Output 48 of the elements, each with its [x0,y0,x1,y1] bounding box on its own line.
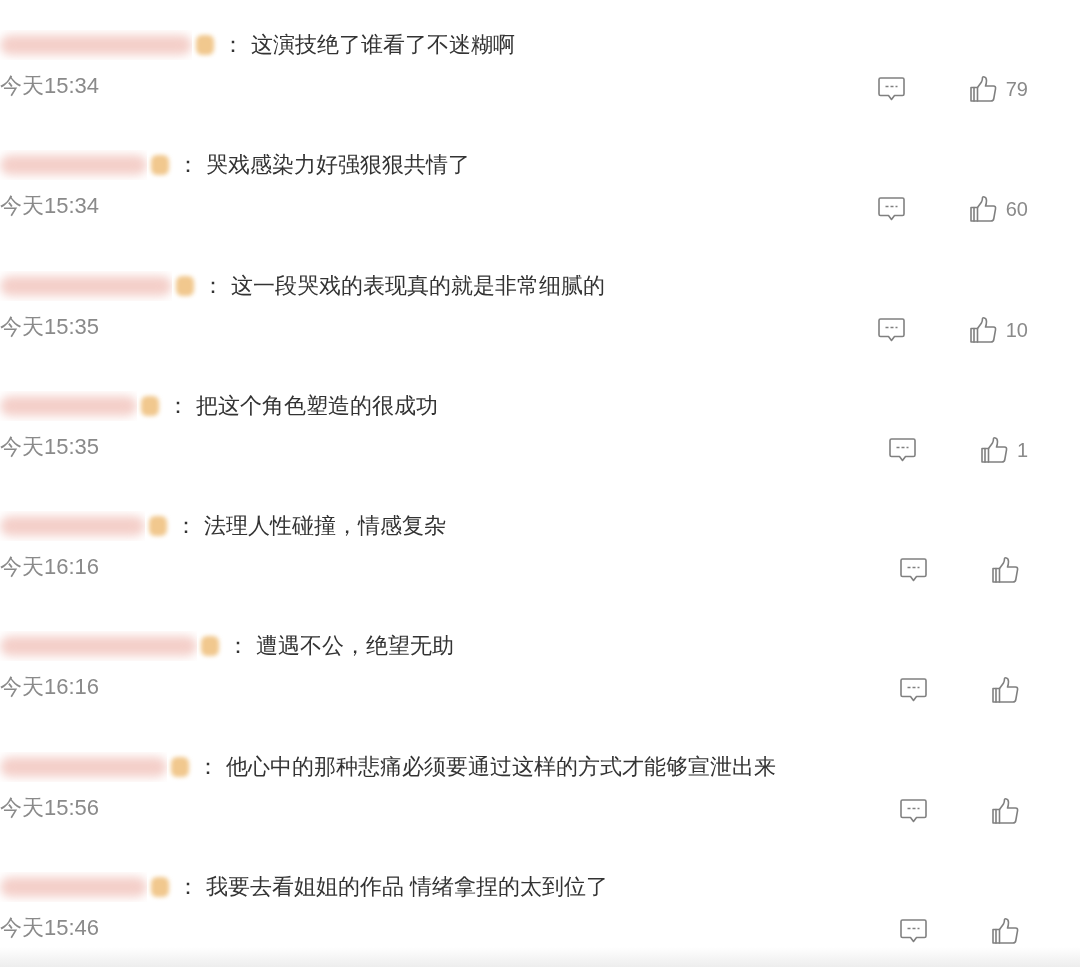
comment-time: 今天15:35 [0,312,100,341]
colon-separator: ： [175,512,197,541]
thumb-up-icon [969,196,997,223]
like-button[interactable]: 60 [969,196,1028,223]
thumb-up-icon [992,918,1019,945]
thumb-up-icon [969,316,997,343]
like-button[interactable]: 10 [969,316,1028,343]
comment-time: 今天16:16 [0,553,100,582]
comment-icon[interactable] [900,798,927,823]
comment-text: 这演技绝了谁看了不迷糊啊 [251,31,515,59]
comment-icon[interactable] [877,197,905,222]
like-button[interactable] [992,918,1019,945]
comment-time: 今天15:34 [0,192,100,221]
thumb-up-icon [980,436,1008,463]
colon-separator: ： [202,271,224,300]
like-button[interactable] [992,557,1019,584]
colon-separator: ： [177,873,199,902]
like-button[interactable]: 1 [980,436,1028,463]
comment-text: 把这个角色塑造的很成功 [196,391,438,420]
comment-icon[interactable] [900,558,927,583]
comment-time: 今天15:56 [0,793,100,822]
like-button[interactable] [992,677,1019,704]
thumb-up-icon [992,797,1019,824]
comment-time: 今天15:35 [0,432,100,461]
colon-separator: ： [197,752,219,781]
comment-time: 今天15:46 [0,914,100,943]
thumb-up-icon [969,76,997,102]
comment-time: 今天15:34 [0,72,100,100]
like-button[interactable]: 79 [969,76,1028,102]
colon-separator: ： [167,391,189,420]
comment-text: 这一段哭戏的表现真的就是非常细腻的 [231,271,605,300]
colon-separator: ： [177,151,199,180]
colon-separator: ： [227,632,249,661]
comment-text: 哭戏感染力好强狠狠共情了 [206,151,470,180]
thumb-up-icon [992,557,1019,584]
thumb-up-icon [992,677,1019,704]
comment-text: 他心中的那种悲痛必须要通过这样的方式才能够宣泄出来 [226,752,776,781]
comment-icon[interactable] [900,919,927,944]
comment-text: 我要去看姐姐的作品 情绪拿捏的太到位了 [206,873,609,902]
comment-text: 法理人性碰撞，情感复杂 [204,512,446,541]
comment-icon[interactable] [877,77,905,101]
like-button[interactable] [992,797,1019,824]
comment-text: 遭遇不公，绝望无助 [256,632,454,661]
colon-separator: ： [222,31,244,59]
comment-time: 今天16:16 [0,673,100,702]
comment-icon[interactable] [888,437,916,462]
comment-icon[interactable] [900,678,927,703]
comment-icon[interactable] [877,317,905,342]
